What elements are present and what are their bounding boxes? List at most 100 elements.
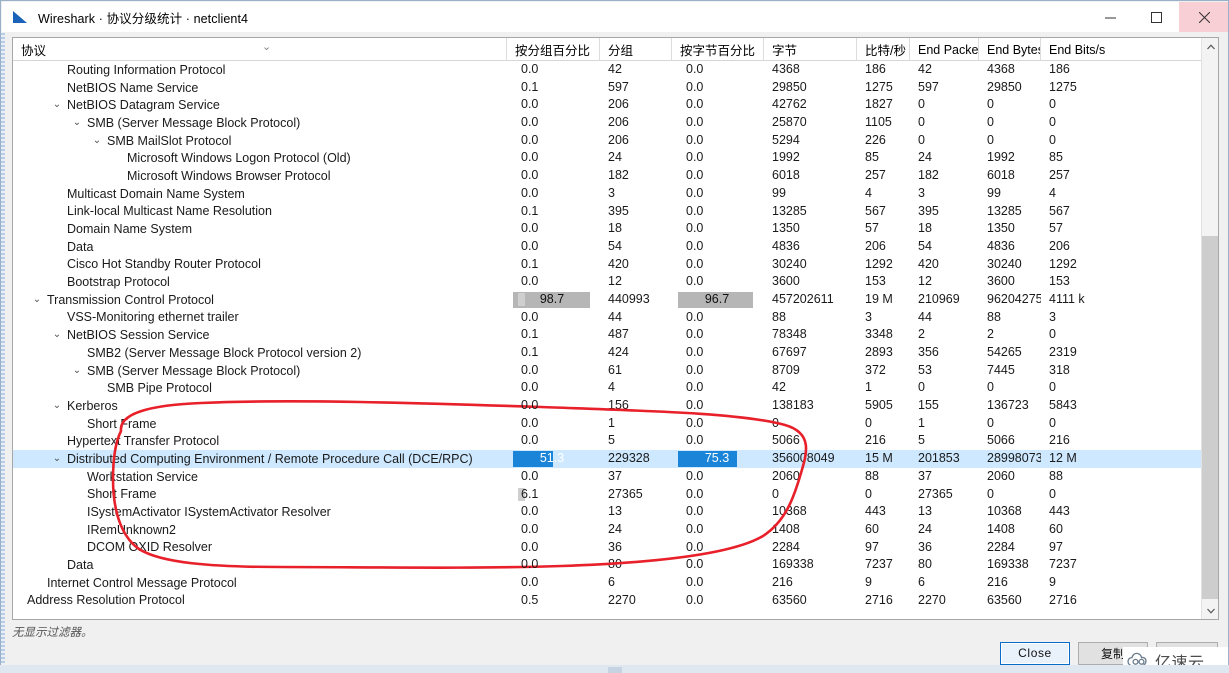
table-row[interactable]: ⌄ NetBIOS Datagram Service 0.0 206 0.0 42762 1… xyxy=(13,96,1203,114)
cell-end-bytes: 136723 xyxy=(987,398,1029,413)
column-header-end-bytes[interactable]: End Bytes xyxy=(979,38,1041,61)
cell-bytes: 1408 xyxy=(772,521,800,536)
cell-protocol: DCOM OXID Resolver xyxy=(13,539,507,557)
scrollbar-thumb[interactable] xyxy=(1202,236,1218,599)
table-row[interactable]: ⌄ Transmission Control Protocol 98.7 440993… xyxy=(13,291,1203,309)
close-button[interactable]: Close xyxy=(1000,641,1070,665)
minimize-icon[interactable] xyxy=(1087,2,1133,32)
table-row[interactable]: Data 0.0 80 0.0 169338 7237 80 169338 7237 xyxy=(13,556,1203,574)
table-row[interactable]: Routing Information Protocol 0.0 42 0.0 4368… xyxy=(13,61,1203,79)
cell-bytes: 25870 xyxy=(772,115,807,130)
cell-end-packets: 0 xyxy=(918,132,925,147)
cell-bytes: 30240 xyxy=(772,256,807,271)
cell-percent-packets: 0.5 xyxy=(507,592,600,610)
protocol-name: Bootstrap Protocol xyxy=(67,275,170,290)
table-row[interactable]: Domain Name System 0.0 18 0.0 1350 57 18 1350 57 xyxy=(13,220,1203,238)
table-row[interactable]: ⌄ Kerberos 0.0 156 0.0 138183 5905 155 136723 584… xyxy=(13,397,1203,415)
table-row[interactable]: NetBIOS Name Service 0.1 597 0.0 29850 1275 59… xyxy=(13,79,1203,97)
cell-bits-per-second: 7237 xyxy=(865,557,893,572)
column-header-bytes[interactable]: 字节 xyxy=(764,38,857,61)
tree-expander-chevron-icon[interactable]: ⌄ xyxy=(51,96,63,114)
cell-percent-bytes: 0.0 xyxy=(672,468,764,486)
table-row[interactable]: SMB2 (Server Message Block Protocol vers… xyxy=(13,344,1203,362)
maximize-icon[interactable] xyxy=(1133,2,1179,32)
cell-value: 6.1 xyxy=(521,486,539,501)
tree-expander-chevron-icon[interactable]: ⌄ xyxy=(91,132,103,150)
cell-value: 0.0 xyxy=(521,433,539,448)
table-row[interactable]: ⌄ NetBIOS Session Service 0.1 487 0.0 78348 33… xyxy=(13,326,1203,344)
cell-end-bytes: 30240 xyxy=(987,256,1022,271)
column-header-protocol[interactable]: 协议 ⌄ xyxy=(13,38,507,61)
column-header-percent-bytes[interactable]: 按字节百分比 xyxy=(672,38,764,61)
cell-packets: 206 xyxy=(608,132,629,147)
cell-percent-bytes: 0.0 xyxy=(672,185,764,203)
tree-expander-chevron-icon[interactable]: ⌄ xyxy=(71,114,83,132)
table-row[interactable]: Address Resolution Protocol 0.5 2270 0.0 635… xyxy=(13,592,1203,610)
protocol-name: Data xyxy=(67,239,94,254)
cell-end-bits: 257 xyxy=(1049,168,1070,183)
cell-value: 0.0 xyxy=(521,309,539,324)
cell-end-bits: 0 xyxy=(1049,97,1056,112)
cell-end-packets: 80 xyxy=(918,557,932,572)
table-row[interactable]: Multicast Domain Name System 0.0 3 0.0 99 4 3 9… xyxy=(13,185,1203,203)
cell-percent-bytes: 0.0 xyxy=(672,379,764,397)
cell-bits-per-second: 1275 xyxy=(865,79,893,94)
tree-expander-chevron-icon[interactable]: ⌄ xyxy=(51,450,63,468)
cell-end-bytes: 1350 xyxy=(987,221,1015,236)
table-row[interactable]: Short Frame 6.1 27365 0.0 0 0 27365 0 0 xyxy=(13,486,1203,504)
cell-value: 0.0 xyxy=(521,97,539,112)
protocol-name: Multicast Domain Name System xyxy=(67,186,245,201)
cell-bits-per-second: 0 xyxy=(865,415,872,430)
cell-percent-bytes: 0.0 xyxy=(672,521,764,539)
cell-percent-bytes: 0.0 xyxy=(672,238,764,256)
table-body[interactable]: Routing Information Protocol 0.0 42 0.0 4368… xyxy=(13,61,1203,619)
display-filter-status: 无显示过滤器。 xyxy=(12,627,93,639)
table-row[interactable]: SMB Pipe Protocol 0.0 4 0.0 42 1 0 0 0 xyxy=(13,379,1203,397)
tree-expander-chevron-icon[interactable]: ⌄ xyxy=(31,291,43,309)
table-row[interactable]: Cisco Hot Standby Router Protocol 0.1 420 0… xyxy=(13,256,1203,274)
table-row[interactable]: ⌄ SMB MailSlot Protocol 0.0 206 0.0 5294 226 0 0… xyxy=(13,132,1203,150)
column-header-end-packets[interactable]: End Packets xyxy=(910,38,979,61)
cell-bytes: 63560 xyxy=(772,592,807,607)
scroll-up-arrow-icon[interactable] xyxy=(1202,38,1218,55)
table-row[interactable]: ISystemActivator ISystemActivator Resolv… xyxy=(13,503,1203,521)
table-row[interactable]: ⌄ SMB (Server Message Block Protocol) 0.0 6… xyxy=(13,362,1203,380)
tree-expander-chevron-icon[interactable]: ⌄ xyxy=(71,362,83,380)
table-row[interactable]: VSS-Monitoring ethernet trailer 0.0 44 0.0 8… xyxy=(13,309,1203,327)
cell-value: 0.0 xyxy=(686,221,704,236)
table-row[interactable]: ⌄ Distributed Computing Environment / Rem… xyxy=(13,450,1203,468)
table-row[interactable]: DCOM OXID Resolver 0.0 36 0.0 2284 97 36 2284 97 xyxy=(13,539,1203,557)
table-row[interactable]: ⌄ SMB (Server Message Block Protocol) 0.0 2… xyxy=(13,114,1203,132)
cell-bits-per-second: 57 xyxy=(865,221,879,236)
cell-protocol: Short Frame xyxy=(13,415,507,433)
cell-packets: 27365 xyxy=(608,486,643,501)
column-header-packets[interactable]: 分组 xyxy=(600,38,672,61)
table-row[interactable]: Data 0.0 54 0.0 4836 206 54 4836 206 xyxy=(13,238,1203,256)
vertical-scrollbar[interactable] xyxy=(1201,38,1218,619)
cell-value: 0.0 xyxy=(686,468,704,483)
table-row[interactable]: Short Frame 0.0 1 0.0 0 0 1 0 0 xyxy=(13,415,1203,433)
cell-end-bits: 85 xyxy=(1049,150,1063,165)
scroll-down-arrow-icon[interactable] xyxy=(1202,602,1218,619)
table-row[interactable]: Hypertext Transfer Protocol 0.0 5 0.0 5066 21… xyxy=(13,432,1203,450)
cell-protocol: Hypertext Transfer Protocol xyxy=(13,432,507,450)
cell-value: 0.0 xyxy=(521,362,539,377)
tree-expander-chevron-icon[interactable]: ⌄ xyxy=(51,397,63,415)
cell-end-bytes: 0 xyxy=(987,486,994,501)
table-row[interactable]: Link-local Multicast Name Resolution 0.1 3… xyxy=(13,203,1203,221)
table-row[interactable]: Microsoft Windows Browser Protocol 0.0 182… xyxy=(13,167,1203,185)
table-row[interactable]: Internet Control Message Protocol 0.0 6 0.0… xyxy=(13,574,1203,592)
column-header-end-bits[interactable]: End Bits/s xyxy=(1041,38,1193,61)
table-row[interactable]: Workstation Service 0.0 37 0.0 2060 88 37 2060 8… xyxy=(13,468,1203,486)
close-icon[interactable] xyxy=(1179,2,1228,32)
table-row[interactable]: IRemUnknown2 0.0 24 0.0 1408 60 24 1408 60 xyxy=(13,521,1203,539)
cell-protocol: Bootstrap Protocol xyxy=(13,273,507,291)
table-row[interactable]: Microsoft Windows Logon Protocol (Old) 0.… xyxy=(13,149,1203,167)
tree-expander-chevron-icon[interactable]: ⌄ xyxy=(51,326,63,344)
column-header-percent-packets[interactable]: 按分组百分比 xyxy=(507,38,600,61)
cell-bits-per-second: 372 xyxy=(865,362,886,377)
column-header-bits-per-second[interactable]: 比特/秒 xyxy=(857,38,910,61)
table-row[interactable]: Bootstrap Protocol 0.0 12 0.0 3600 153 12 3600 1… xyxy=(13,273,1203,291)
cell-value: 0.0 xyxy=(686,521,704,536)
cell-value: 0.0 xyxy=(686,238,704,253)
